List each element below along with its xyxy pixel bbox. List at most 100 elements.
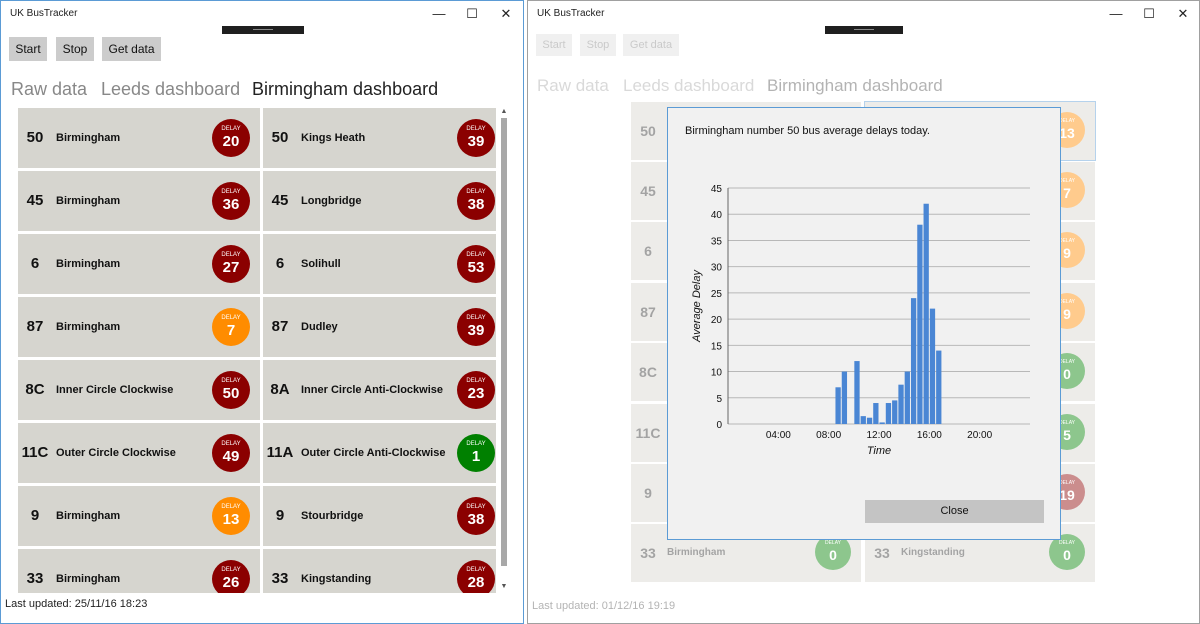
route-destination: Inner Circle Anti-Clockwise: [301, 384, 444, 396]
bus-tile[interactable]: 11C Outer Circle Clockwise DELAY 49: [18, 423, 260, 483]
delay-value: 7: [226, 322, 236, 339]
route-number: 8C: [639, 364, 657, 380]
bus-tile[interactable]: 6 Solihull DELAY 53: [263, 234, 496, 294]
delay-badge: DELAY 28: [457, 560, 495, 593]
delay-value: 0: [1063, 547, 1071, 563]
title-bar: UK BusTracker — ☐ ✕: [1, 1, 523, 27]
route-number: 50: [26, 129, 44, 146]
scroll-down-icon[interactable]: ▼: [499, 583, 509, 590]
delay-value: 27: [222, 259, 240, 276]
drag-handle[interactable]: [222, 26, 304, 34]
delay-label: DELAY: [466, 315, 486, 321]
tab-raw-data[interactable]: Raw data: [11, 79, 87, 100]
delay-value: 38: [467, 196, 485, 213]
delay-label: DELAY: [466, 504, 486, 510]
scroll-up-icon[interactable]: ▲: [499, 108, 509, 115]
bus-tile[interactable]: 9 Birmingham DELAY 13: [18, 486, 260, 546]
chart-bar: [904, 371, 910, 424]
delay-badge: DELAY 38: [457, 497, 495, 535]
scrollbar[interactable]: ▲ ▼: [499, 108, 509, 593]
delay-value: 13: [222, 511, 240, 528]
minimize-button[interactable]: —: [422, 1, 456, 27]
route-destination: Kings Heath: [301, 132, 366, 144]
title-bar: UK BusTracker — ☐ ✕: [528, 1, 1199, 27]
route-destination: Birmingham: [56, 132, 121, 144]
bus-tile[interactable]: 8C Inner Circle Clockwise DELAY 50: [18, 360, 260, 420]
y-tick-label: 40: [711, 210, 723, 221]
y-tick-label: 5: [716, 394, 722, 405]
delay-badge: DELAY 36: [212, 182, 250, 220]
bus-tile[interactable]: 9 Stourbridge DELAY 38: [263, 486, 496, 546]
start-button[interactable]: Start: [536, 34, 572, 56]
y-axis-label: Average Delay: [691, 269, 703, 343]
route-number: 8C: [25, 381, 45, 398]
route-number: 33: [640, 545, 656, 561]
delay-label: DELAY: [1058, 540, 1076, 546]
route-number: 6: [275, 255, 285, 272]
stop-button[interactable]: Stop: [56, 37, 94, 61]
delay-value: 20: [222, 133, 240, 150]
route-destination: Birmingham: [56, 573, 121, 585]
delay-label: DELAY: [466, 567, 486, 573]
delay-label: DELAY: [466, 441, 486, 447]
bus-tile[interactable]: 33 Birmingham DELAY 26: [18, 549, 260, 593]
chart-bar: [879, 422, 885, 424]
delay-badge: DELAY 38: [457, 182, 495, 220]
tab-birmingham-dashboard[interactable]: Birmingham dashboard: [767, 76, 943, 96]
route-number: 6: [30, 255, 40, 272]
delay-badge: DELAY 20: [212, 119, 250, 157]
get-data-button[interactable]: Get data: [102, 37, 161, 61]
delay-badge: DELAY 39: [457, 119, 495, 157]
chart-bar: [873, 403, 879, 424]
route-number: 11A: [266, 444, 294, 461]
tab-leeds-dashboard[interactable]: Leeds dashboard: [101, 79, 240, 100]
start-button[interactable]: Start: [9, 37, 47, 61]
route-number: 50: [640, 123, 656, 139]
bus-tile[interactable]: 87 Birmingham DELAY 7: [18, 297, 260, 357]
route-number: 87: [26, 318, 44, 335]
close-window-button[interactable]: ✕: [489, 1, 523, 27]
bus-tile[interactable]: 8A Inner Circle Anti-Clockwise DELAY 23: [263, 360, 496, 420]
route-destination: Stourbridge: [301, 510, 364, 522]
x-tick-label: 08:00: [816, 430, 841, 441]
bus-tile[interactable]: 45 Birmingham DELAY 36: [18, 171, 260, 231]
get-data-button[interactable]: Get data: [623, 34, 679, 56]
delay-value: 36: [222, 196, 240, 213]
close-dialog-button[interactable]: Close: [865, 500, 1044, 523]
chart-bar: [910, 298, 917, 424]
tab-leeds-dashboard[interactable]: Leeds dashboard: [623, 76, 754, 96]
delay-label: DELAY: [221, 126, 241, 132]
delay-value: 1: [471, 448, 481, 465]
bustracker-window-chart: UK BusTracker — ☐ ✕ Start Stop Get data …: [527, 0, 1200, 624]
drag-handle[interactable]: [825, 26, 903, 34]
bus-tile[interactable]: 33 Kingstanding DELAY 28: [263, 549, 496, 593]
bus-tile[interactable]: 50 Kings Heath DELAY 39: [263, 108, 496, 168]
bus-tile[interactable]: 87 Dudley DELAY 39: [263, 297, 496, 357]
chart-bar: [835, 387, 841, 424]
delay-bar-chart: 0 5 10 15 20 25 30 35 40 45 04:00 08:00 12:00 16:00 20…: [691, 184, 1030, 457]
bus-tile[interactable]: 50 Birmingham DELAY 20: [18, 108, 260, 168]
chart-bar: [892, 400, 898, 424]
close-window-button[interactable]: ✕: [1166, 1, 1199, 27]
maximize-button[interactable]: ☐: [1132, 1, 1166, 27]
tab-birmingham-dashboard[interactable]: Birmingham dashboard: [252, 79, 438, 100]
route-destination: Solihull: [301, 258, 341, 270]
tab-raw-data[interactable]: Raw data: [537, 76, 609, 96]
route-destination: Birmingham: [56, 258, 121, 270]
delay-label: DELAY: [221, 441, 241, 447]
bus-tile-grid: 50 Birmingham DELAY 20 50 Kings Heath DELAY 39 4…: [18, 108, 496, 593]
stop-button[interactable]: Stop: [580, 34, 616, 56]
maximize-button[interactable]: ☐: [455, 1, 489, 27]
dialog-title: Birmingham number 50 bus average delays …: [685, 125, 930, 137]
bus-tile[interactable]: 45 Longbridge DELAY 38: [263, 171, 496, 231]
delay-label: DELAY: [466, 252, 486, 258]
scroll-thumb[interactable]: [501, 118, 507, 566]
bus-tile[interactable]: 11A Outer Circle Anti-Clockwise DELAY 1: [263, 423, 496, 483]
x-tick-label: 20:00: [967, 430, 992, 441]
window-title: UK BusTracker: [10, 8, 78, 19]
delay-badge: DELAY 13: [212, 497, 250, 535]
bus-tile[interactable]: 6 Birmingham DELAY 27: [18, 234, 260, 294]
route-destination: Longbridge: [301, 195, 362, 207]
x-tick-label: 16:00: [917, 430, 942, 441]
minimize-button[interactable]: —: [1099, 1, 1133, 27]
